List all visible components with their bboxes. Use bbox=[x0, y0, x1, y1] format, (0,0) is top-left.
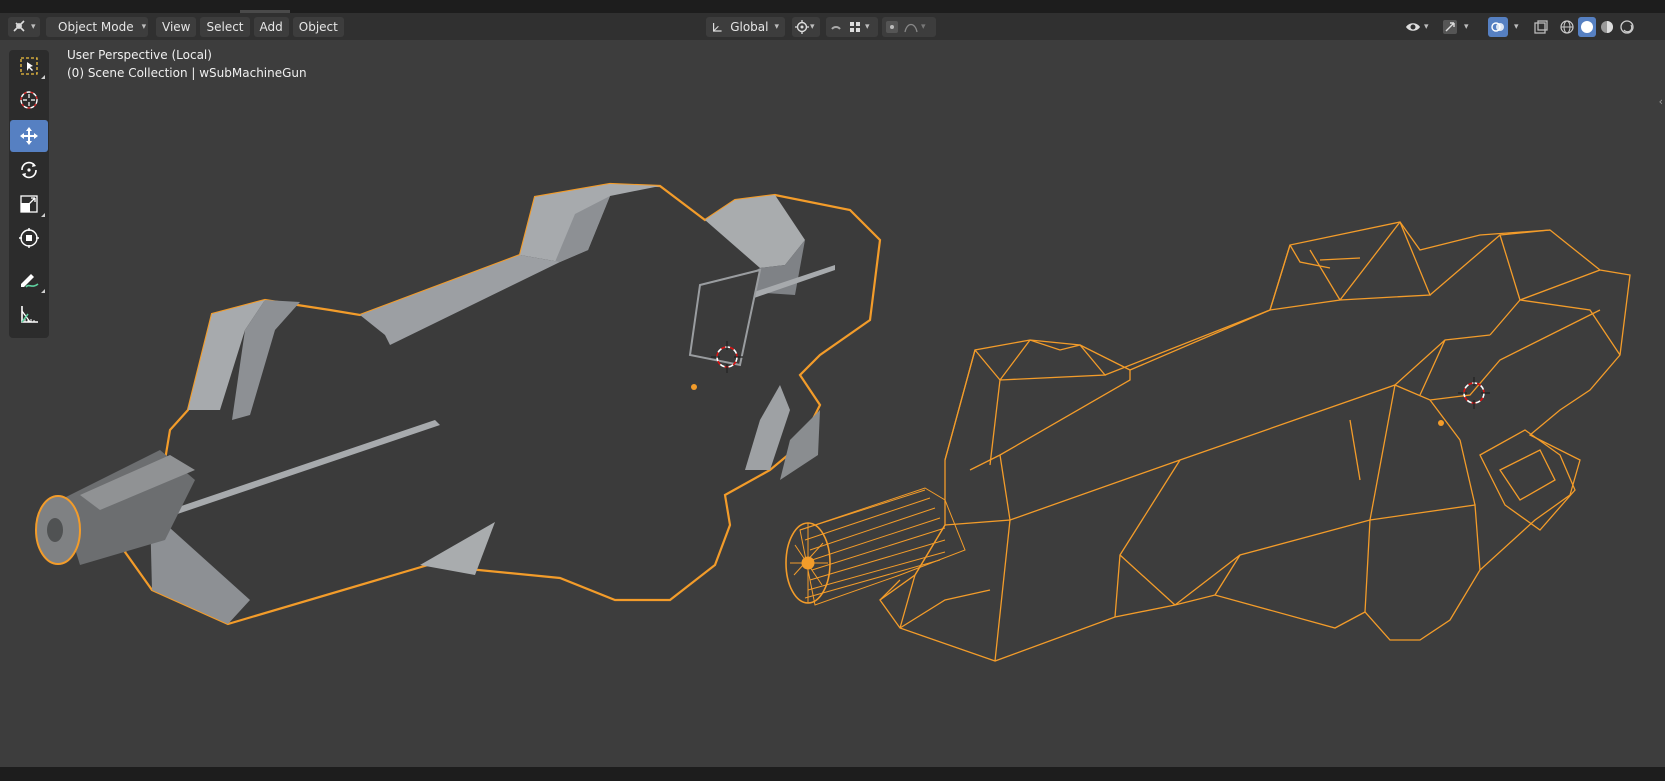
orientation-label: Global bbox=[730, 20, 769, 34]
chevron-down-icon: ▾ bbox=[865, 22, 870, 32]
menu-select[interactable]: Select bbox=[200, 17, 250, 37]
solid-shading-button[interactable] bbox=[1578, 17, 1596, 37]
wireframe-sphere-icon bbox=[1560, 20, 1574, 34]
select-box-tool[interactable] bbox=[10, 50, 48, 82]
pivot-point-dropdown[interactable]: ▾ bbox=[792, 17, 820, 37]
material-sphere-icon bbox=[1601, 21, 1613, 33]
pivot-icon bbox=[795, 20, 809, 34]
tool-variant-corner-icon bbox=[41, 213, 45, 217]
wireframe-gun-barrel bbox=[785, 487, 966, 606]
snap-group: ▾ bbox=[826, 17, 878, 37]
select-box-icon bbox=[20, 57, 38, 75]
header-menus: View Select Add Object bbox=[156, 17, 344, 37]
transform-tool[interactable] bbox=[10, 222, 48, 254]
chevron-down-icon: ▾ bbox=[810, 22, 815, 32]
shading-mode-group bbox=[1558, 17, 1636, 37]
scene-render bbox=[35, 182, 1631, 662]
orientation-axes-icon bbox=[712, 23, 722, 32]
move-icon bbox=[20, 127, 38, 145]
proportional-editing-icon[interactable] bbox=[885, 20, 899, 34]
editor-type-icon bbox=[13, 20, 25, 32]
solid-gun-model[interactable] bbox=[35, 182, 882, 626]
menu-view[interactable]: View bbox=[156, 17, 197, 37]
transform-icon bbox=[19, 228, 39, 248]
menu-add[interactable]: Add bbox=[253, 17, 289, 37]
snap-increment-icon[interactable] bbox=[848, 20, 862, 34]
chevron-down-icon: ▾ bbox=[921, 22, 926, 32]
mode-dropdown[interactable]: Object Mode ▾ bbox=[46, 17, 148, 37]
rendered-shading-button[interactable] bbox=[1618, 17, 1636, 37]
chevron-down-icon: ▾ bbox=[1424, 22, 1429, 32]
mode-label: Object Mode bbox=[58, 20, 134, 34]
overlays-icon bbox=[1491, 22, 1504, 32]
chevron-down-icon: ▾ bbox=[31, 22, 36, 32]
solid-gun-origin-dot bbox=[691, 384, 697, 390]
xray-toggle[interactable] bbox=[1534, 17, 1548, 37]
wireframe-gun-model[interactable] bbox=[879, 221, 1631, 662]
cursor-tool[interactable] bbox=[10, 84, 48, 116]
viewport-header: ▾ Object Mode ▾ View Select Add Object G… bbox=[0, 13, 1665, 40]
menu-object[interactable]: Object bbox=[292, 17, 344, 37]
overlays-dropdown[interactable]: ▾ bbox=[1488, 17, 1519, 37]
collection-label: (0) Scene Collection | wSubMachineGun bbox=[67, 66, 307, 80]
snap-magnet-icon[interactable] bbox=[829, 20, 843, 34]
rendered-sphere-icon bbox=[1620, 20, 1634, 34]
transform-orientation-dropdown[interactable]: Global ▾ bbox=[706, 17, 785, 37]
annotate-tool[interactable] bbox=[10, 264, 48, 296]
tool-shelf bbox=[9, 50, 49, 338]
chevron-down-icon: ▾ bbox=[1464, 22, 1469, 32]
solid-sphere-icon bbox=[1581, 21, 1593, 33]
xray-icon bbox=[1534, 20, 1548, 34]
overlays-toggle[interactable] bbox=[1488, 17, 1508, 37]
move-tool[interactable] bbox=[10, 120, 48, 152]
status-bar bbox=[0, 767, 1665, 781]
wireframe-shading-button[interactable] bbox=[1558, 17, 1576, 37]
editor-type-button[interactable]: ▾ bbox=[8, 17, 40, 37]
cursor-icon bbox=[20, 91, 38, 109]
visibility-dropdown[interactable]: ▾ bbox=[1405, 17, 1429, 37]
3d-viewport[interactable]: User Perspective (Local) (0) Scene Colle… bbox=[0, 40, 1665, 767]
rotate-icon bbox=[21, 161, 37, 179]
view-name-label: User Perspective (Local) bbox=[67, 48, 212, 62]
solid-gun-barrel-hole bbox=[47, 518, 63, 542]
sidebar-toggle-arrow-icon[interactable]: ‹ bbox=[1659, 95, 1663, 108]
eye-icon bbox=[1406, 23, 1420, 31]
gizmo-icon bbox=[1443, 20, 1457, 34]
chevron-down-icon: ▾ bbox=[1514, 22, 1519, 32]
wireframe-gun-origin-dot bbox=[1438, 420, 1444, 426]
falloff-curve-icon[interactable] bbox=[904, 20, 918, 34]
wireframe-cursor-icon[interactable] bbox=[1458, 377, 1490, 409]
scale-tool[interactable] bbox=[10, 188, 48, 220]
annotate-icon bbox=[21, 274, 39, 288]
chevron-down-icon: ▾ bbox=[141, 22, 147, 32]
chevron-down-icon: ▾ bbox=[774, 22, 779, 32]
material-shading-button[interactable] bbox=[1598, 17, 1616, 37]
measure-tool[interactable] bbox=[10, 298, 48, 330]
scale-icon bbox=[20, 195, 38, 213]
gizmo-dropdown[interactable]: ▾ bbox=[1442, 17, 1469, 37]
proportional-editing-group: ▾ bbox=[882, 17, 936, 37]
tool-variant-corner-icon bbox=[41, 289, 45, 293]
tool-variant-corner-icon bbox=[41, 75, 45, 79]
top-window-strip bbox=[0, 0, 1665, 13]
measure-icon bbox=[21, 306, 38, 323]
rotate-tool[interactable] bbox=[10, 154, 48, 186]
